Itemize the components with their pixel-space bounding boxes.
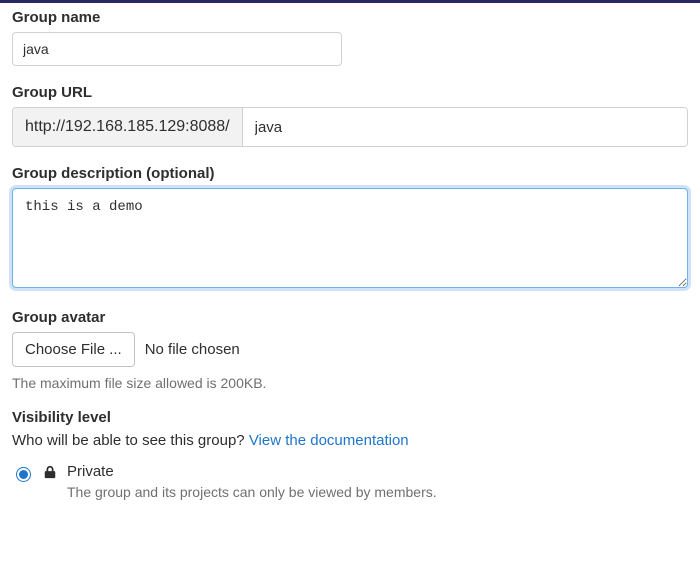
group-description-input[interactable] <box>12 188 688 288</box>
group-avatar-label: Group avatar <box>12 309 688 326</box>
group-url-group: http://192.168.185.129:8088/ <box>12 107 688 147</box>
group-name-input[interactable] <box>12 32 342 66</box>
radio-desc-private: The group and its projects can only be v… <box>67 484 437 500</box>
visibility-doc-link[interactable]: View the documentation <box>249 432 409 449</box>
group-name-label: Group name <box>12 9 688 26</box>
group-url-section: Group URL http://192.168.185.129:8088/ <box>12 84 688 147</box>
choose-file-button[interactable]: Choose File ... <box>12 332 135 367</box>
visibility-label: Visibility level <box>12 409 688 426</box>
visibility-desc-text: Who will be able to see this group? <box>12 432 249 449</box>
group-description-label: Group description (optional) <box>12 165 688 182</box>
visibility-section: Visibility level Who will be able to see… <box>12 409 688 500</box>
group-url-input[interactable] <box>243 108 687 146</box>
visibility-radio-private[interactable] <box>16 467 31 482</box>
group-description-section: Group description (optional) <box>12 165 688 291</box>
group-avatar-section: Group avatar Choose File ... No file cho… <box>12 309 688 391</box>
file-status-text: No file chosen <box>145 341 240 358</box>
visibility-option-private: Private The group and its projects can o… <box>12 463 688 500</box>
group-form: Group name Group URL http://192.168.185.… <box>0 3 700 530</box>
group-name-section: Group name <box>12 9 688 66</box>
group-url-label: Group URL <box>12 84 688 101</box>
radio-title-private: Private <box>67 463 114 480</box>
visibility-description: Who will be able to see this group? View… <box>12 432 688 449</box>
lock-icon <box>43 465 57 479</box>
group-url-prefix: http://192.168.185.129:8088/ <box>13 108 243 146</box>
avatar-help-text: The maximum file size allowed is 200KB. <box>12 375 688 391</box>
file-chooser-row: Choose File ... No file chosen <box>12 332 688 367</box>
radio-title-row: Private <box>43 463 437 480</box>
radio-content: Private The group and its projects can o… <box>43 463 437 500</box>
